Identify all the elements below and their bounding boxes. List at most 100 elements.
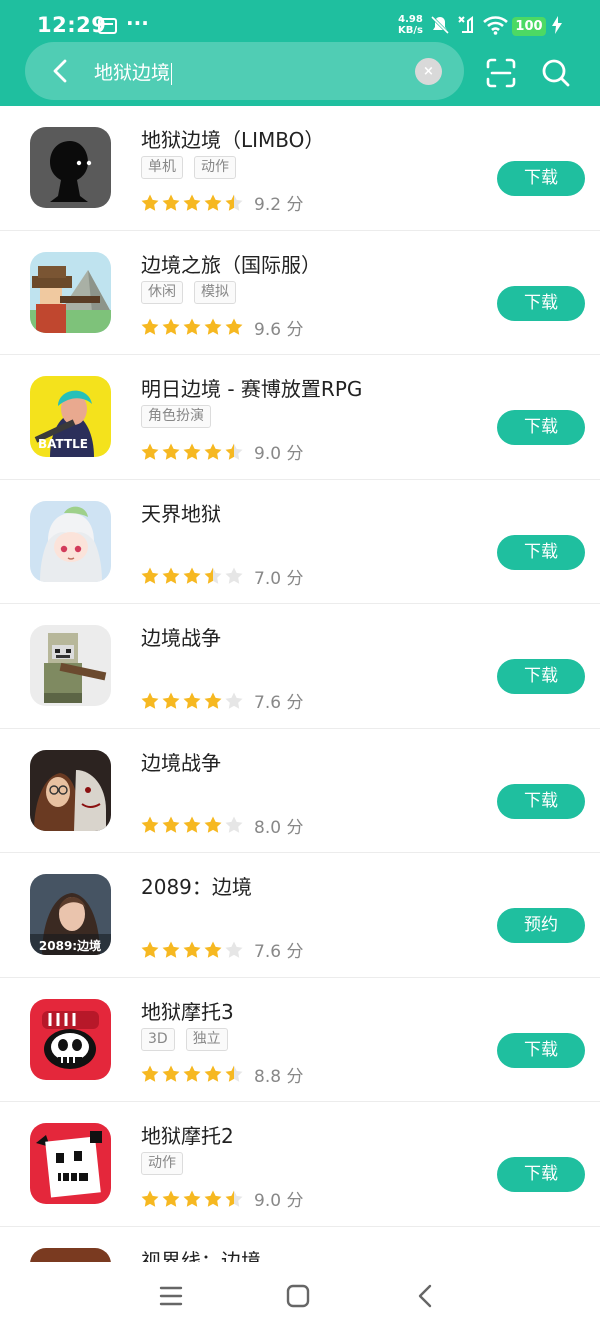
download-button[interactable]: 下载 bbox=[497, 783, 585, 819]
app-icon-tomorrow-border[interactable]: BATTLE bbox=[30, 376, 111, 457]
chevron-left-icon[interactable] bbox=[47, 56, 75, 86]
star-icon bbox=[141, 318, 159, 335]
app-row[interactable]: 地狱边境（LIMBO） 单机 动作 9.2 分 下载 bbox=[0, 106, 600, 231]
app-row[interactable]: 2089:边境 2089：边境 7.6 分 预约 bbox=[0, 853, 600, 978]
search-query: 地狱边境 bbox=[94, 62, 171, 84]
app-icon-caption: 2089:边境 bbox=[39, 938, 101, 953]
star-icon bbox=[225, 567, 243, 584]
app-icon-border-war-2[interactable] bbox=[30, 749, 111, 831]
app-row[interactable]: BATTLE 明日边境 - 赛博放置RPG 角色扮演 9.0 分 下载 bbox=[0, 355, 600, 480]
star-icon bbox=[204, 941, 222, 958]
svg-text:BATTLE: BATTLE bbox=[38, 437, 88, 451]
download-button[interactable]: 下载 bbox=[497, 410, 585, 445]
star-icon bbox=[225, 816, 243, 833]
nav-back-icon[interactable] bbox=[412, 1282, 440, 1310]
star-icon bbox=[141, 1190, 159, 1207]
app-tag: 独立 bbox=[185, 1027, 228, 1051]
wifi-icon bbox=[483, 16, 508, 35]
app-tag: 角色扮演 bbox=[141, 405, 211, 428]
app-tags: 角色扮演 bbox=[141, 405, 211, 428]
app-tags: 动作 bbox=[141, 1152, 183, 1175]
app-name[interactable]: 地狱摩托2 bbox=[141, 1120, 234, 1149]
scan-icon[interactable] bbox=[486, 58, 516, 88]
star-icon bbox=[162, 567, 180, 584]
app-name[interactable]: 边境战争 bbox=[141, 747, 221, 776]
top-bar: 12:29 ··· 4.98 KB/s 100 地狱边境 × bbox=[0, 0, 600, 106]
app-name[interactable]: 地狱边境（LIMBO） bbox=[141, 124, 324, 153]
app-row[interactable]: 地狱摩托2 动作 9.0 分 下载 bbox=[0, 1102, 600, 1227]
app-row[interactable]: 地狱摩托3 3D 独立 8.8 分 下载 bbox=[0, 978, 600, 1102]
app-name[interactable]: 边境之旅（国际服） bbox=[141, 249, 321, 278]
app-tag: 动作 bbox=[194, 156, 236, 179]
star-icon bbox=[162, 318, 180, 335]
star-rating bbox=[140, 815, 244, 835]
app-row[interactable]: 天界地狱 7.0 分 下载 bbox=[0, 480, 600, 604]
download-button[interactable]: 下载 bbox=[497, 1032, 585, 1068]
app-icon-border-war[interactable] bbox=[30, 625, 111, 706]
star-icon bbox=[225, 194, 243, 211]
star-icon bbox=[204, 692, 222, 709]
app-rating: 7.6 分 bbox=[140, 937, 303, 962]
app-icon-border-journey[interactable] bbox=[30, 251, 111, 333]
app-name[interactable]: 明日边境 - 赛博放置RPG bbox=[141, 373, 362, 402]
star-icon bbox=[204, 318, 222, 335]
star-icon bbox=[225, 443, 243, 460]
star-rating bbox=[140, 317, 244, 337]
star-rating bbox=[140, 691, 244, 711]
star-icon bbox=[141, 1065, 159, 1082]
no-sim-icon bbox=[458, 16, 473, 33]
app-row[interactable]: 边境战争 8.0 分 下载 bbox=[0, 729, 600, 853]
search-icon[interactable] bbox=[541, 58, 571, 88]
download-button[interactable]: 下载 bbox=[497, 659, 585, 694]
clear-search-button[interactable]: × bbox=[415, 58, 442, 85]
star-icon bbox=[162, 692, 180, 709]
star-rating bbox=[140, 566, 244, 586]
message-notification-icon bbox=[98, 18, 117, 34]
star-icon bbox=[183, 816, 201, 833]
download-button[interactable]: 下载 bbox=[497, 161, 585, 196]
app-icon-heaven-hell[interactable] bbox=[30, 500, 111, 582]
home-icon[interactable] bbox=[284, 1282, 312, 1310]
app-score: 8.0 分 bbox=[254, 817, 304, 838]
star-icon bbox=[162, 941, 180, 958]
download-button[interactable]: 下载 bbox=[497, 534, 585, 570]
app-name[interactable]: 2089：边境 bbox=[141, 871, 252, 900]
app-rating: 8.0 分 bbox=[140, 813, 303, 838]
star-icon bbox=[225, 318, 243, 335]
app-name[interactable]: 边境战争 bbox=[141, 622, 221, 651]
app-rating: 9.0 分 bbox=[140, 1186, 303, 1211]
app-name[interactable]: 地狱摩托3 bbox=[141, 996, 234, 1025]
status-bar: 12:29 ··· 4.98 KB/s 100 bbox=[0, 0, 600, 44]
app-tag: 模拟 bbox=[194, 280, 236, 304]
app-score: 9.0 分 bbox=[254, 444, 304, 464]
menu-icon[interactable] bbox=[157, 1282, 185, 1310]
app-row[interactable]: 边境战争 7.6 分 下载 bbox=[0, 604, 600, 729]
app-tag: 单机 bbox=[141, 156, 183, 179]
star-icon bbox=[183, 318, 201, 335]
battery-level: 100 bbox=[512, 17, 546, 36]
app-name[interactable]: 天界地狱 bbox=[141, 498, 221, 527]
download-button[interactable]: 下载 bbox=[497, 1157, 585, 1192]
star-icon bbox=[162, 1065, 180, 1082]
star-icon bbox=[204, 194, 222, 211]
app-rating: 7.0 分 bbox=[140, 564, 303, 589]
star-icon bbox=[225, 1190, 243, 1207]
app-icon-limbo[interactable] bbox=[30, 127, 111, 208]
star-icon bbox=[183, 941, 201, 958]
app-icon-2089-border[interactable]: 2089:边境 bbox=[30, 874, 111, 955]
navigation-bar bbox=[0, 1262, 600, 1333]
download-button[interactable]: 下载 bbox=[497, 285, 585, 321]
app-score: 9.0 分 bbox=[254, 1191, 304, 1211]
star-icon bbox=[204, 816, 222, 833]
app-icon-hill-climb-moto-3[interactable] bbox=[30, 998, 111, 1080]
app-icon-hill-climb-moto-2[interactable] bbox=[30, 1123, 111, 1204]
app-rating: 9.6 分 bbox=[140, 315, 303, 340]
app-score: 7.6 分 bbox=[254, 693, 304, 713]
search-box[interactable]: 地狱边境 × bbox=[25, 42, 464, 100]
app-tags: 休闲 模拟 bbox=[141, 280, 236, 304]
status-time: 12:29 bbox=[37, 13, 107, 37]
reserve-button[interactable]: 预约 bbox=[497, 908, 585, 943]
app-tag: 3D bbox=[141, 1027, 175, 1051]
app-row[interactable]: 边境之旅（国际服） 休闲 模拟 9.6 分 下载 bbox=[0, 231, 600, 355]
search-input[interactable]: 地狱边境 bbox=[94, 58, 173, 85]
